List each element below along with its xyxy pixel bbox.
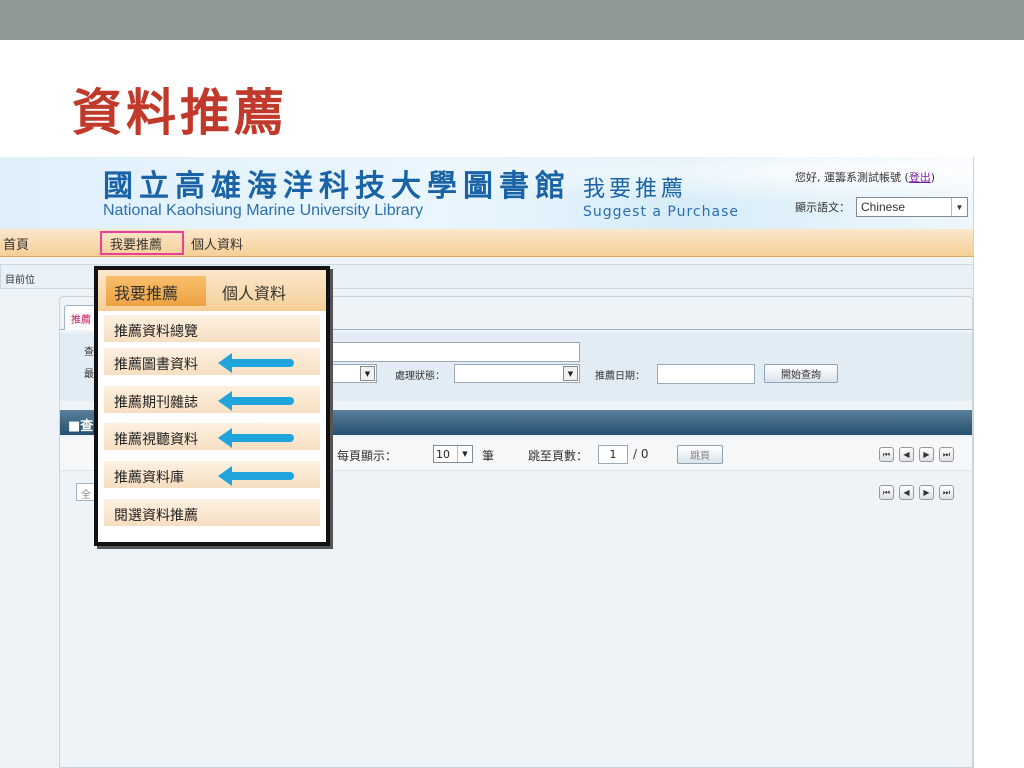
language-row: 顯示語文： Chinese ▼: [795, 197, 968, 217]
last-page-icon[interactable]: ⏭: [939, 447, 954, 462]
last-page-icon[interactable]: ⏭: [939, 485, 954, 500]
start-query-button[interactable]: 開始查詢: [764, 364, 838, 383]
library-name-en: National Kaohsiung Marine University Lib…: [103, 202, 424, 219]
arrow-left-icon: [218, 428, 294, 448]
suggest-dropdown-menu: 我要推薦 個人資料 推薦資料總覽 推薦圖書資料 推薦期刊雜誌 推薦視聽資料 推薦…: [94, 266, 330, 546]
per-page-unit: 筆: [482, 449, 495, 463]
pager-nav-bottom: ⏮ ◀ ▶ ⏭: [879, 485, 954, 500]
per-page-select[interactable]: 10 ▼: [433, 445, 473, 463]
nav-suggest[interactable]: 我要推薦: [110, 234, 162, 253]
greeting-text: 您好, 運籌系測試帳號 (: [795, 171, 909, 184]
nav-profile[interactable]: 個人資料: [191, 234, 243, 253]
language-value: Chinese: [861, 200, 906, 214]
user-greeting: 您好, 運籌系測試帳號 (登出): [795, 169, 935, 185]
menu-item-overview[interactable]: 推薦資料總覽: [104, 315, 320, 345]
chevron-down-icon: ▼: [951, 198, 967, 216]
prev-page-icon[interactable]: ◀: [899, 485, 914, 500]
arrow-left-icon: [218, 466, 294, 486]
first-page-icon[interactable]: ⏮: [879, 485, 894, 500]
jump-page-button[interactable]: 跳頁: [677, 445, 723, 464]
goto-page-label: 跳至頁數：: [528, 449, 589, 463]
menu-item-label: 閱選資料推薦: [114, 508, 198, 524]
logout-link[interactable]: 登出: [909, 171, 931, 184]
menu-item-av[interactable]: 推薦視聽資料: [104, 423, 320, 453]
menu-item-label: 推薦資料總覽: [114, 324, 198, 340]
status-select[interactable]: ▼: [454, 364, 580, 383]
arrow-left-icon: [218, 353, 294, 373]
total-pages: / 0: [633, 447, 649, 461]
menu-item-selection[interactable]: 閱選資料推薦: [104, 499, 320, 529]
site-banner: 國立高雄海洋科技大學圖書館 National Kaohsiung Marine …: [0, 157, 973, 229]
chevron-down-icon: ▼: [563, 366, 578, 381]
language-select[interactable]: Chinese ▼: [856, 197, 968, 217]
language-label: 顯示語文：: [795, 201, 850, 214]
first-page-icon[interactable]: ⏮: [879, 447, 894, 462]
query-type-select[interactable]: ▼: [323, 364, 377, 383]
page-number-input[interactable]: 1: [598, 445, 628, 464]
query-label-b: 最: [84, 369, 94, 380]
status-label: 處理狀態：: [395, 371, 445, 382]
menu-item-books[interactable]: 推薦圖書資料: [104, 348, 320, 378]
date-input[interactable]: [657, 364, 755, 384]
next-page-icon[interactable]: ▶: [919, 485, 934, 500]
query-label-a: 查: [84, 347, 94, 358]
nav-home[interactable]: 首頁: [3, 234, 29, 253]
section-title-en: Suggest a Purchase: [583, 204, 739, 220]
date-label: 推薦日期：: [595, 371, 645, 382]
chevron-down-icon: ▼: [457, 446, 472, 462]
dropdown-header: 我要推薦 個人資料: [98, 270, 326, 311]
menu-item-label: 推薦資料庫: [114, 470, 184, 486]
slide-top-bar: [0, 0, 1024, 40]
dropdown-tab-suggest[interactable]: 我要推薦: [114, 280, 178, 304]
results-title: ■查: [68, 419, 94, 434]
chevron-down-icon: ▼: [360, 366, 375, 381]
greeting-end: ): [930, 171, 936, 184]
menu-item-database[interactable]: 推薦資料庫: [104, 461, 320, 491]
library-name-cn: 國立高雄海洋科技大學圖書館: [103, 169, 571, 204]
section-title-cn: 我要推薦: [583, 177, 688, 202]
per-page-value: 10: [436, 447, 450, 461]
slide-title: 資料推薦: [72, 83, 288, 142]
arrow-left-icon: [218, 391, 294, 411]
main-nav: 首頁 我要推薦 個人資料: [0, 229, 973, 257]
pager-nav: ⏮ ◀ ▶ ⏭: [879, 447, 954, 462]
keyword-input[interactable]: [323, 342, 580, 362]
menu-item-journals[interactable]: 推薦期刊雜誌: [104, 386, 320, 416]
next-page-icon[interactable]: ▶: [919, 447, 934, 462]
dropdown-tab-profile[interactable]: 個人資料: [222, 280, 286, 304]
menu-item-label: 推薦視聽資料: [114, 432, 198, 448]
per-page-label: 每頁顯示：: [337, 449, 398, 463]
menu-item-label: 推薦圖書資料: [114, 357, 198, 373]
prev-page-icon[interactable]: ◀: [899, 447, 914, 462]
menu-item-label: 推薦期刊雜誌: [114, 395, 198, 411]
